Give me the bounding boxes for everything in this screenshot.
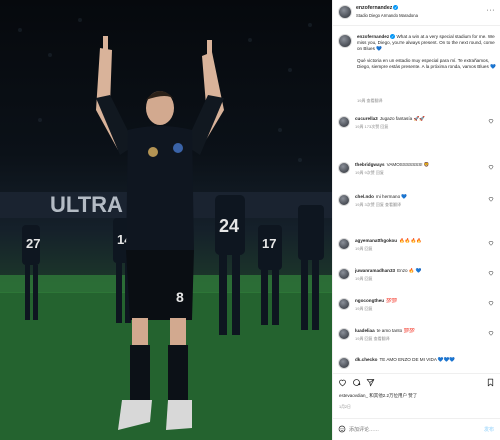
author-avatar[interactable] [338, 5, 352, 19]
comment-text: TE AMO ENZO DE MI VIDA 💙💙💙 [379, 357, 456, 362]
bg-number-1: 27 [26, 236, 40, 251]
commenter-avatar[interactable] [338, 298, 350, 310]
carousel-dots [147, 432, 165, 440]
comment-text: VAMOSSSSSSS! 🦁 [386, 162, 430, 167]
emoji-icon[interactable] [338, 425, 346, 433]
commenter-avatar[interactable] [338, 194, 350, 206]
like-comment-heart-icon[interactable] [488, 270, 494, 276]
comment-meta: 19周 回复 [355, 276, 373, 281]
comment-meta: 19周 回复 [355, 246, 373, 251]
comment-item: cucurella3 Jugazo fantasía 🚀🚀 19周 173次赞 回… [333, 114, 500, 144]
bookmark-icon[interactable] [486, 378, 495, 387]
commenter-username[interactable]: agyemanatthgokou [355, 238, 397, 243]
like-comment-heart-icon[interactable] [488, 300, 494, 306]
commenter-avatar[interactable] [338, 357, 350, 369]
comment-meta: 19周 3次赞 回复 查看翻译 [355, 202, 402, 207]
comment-text: Enzo 🔥 💙 [397, 268, 422, 273]
comment-item: agyemanatthgokou 🔥🔥🔥🔥 19周 回复 [333, 236, 500, 266]
caption-meta: 19周 查看翻译 [357, 98, 383, 103]
comment-item: juwanramadhan33 Enzo 🔥 💙 19周 回复 [333, 266, 500, 296]
comment-text: mi hermano 💙 [375, 194, 408, 199]
commenter-avatar[interactable] [338, 328, 350, 340]
like-comment-heart-icon[interactable] [488, 330, 494, 336]
comment-item: chel.ndo mi hermano 💙 19周 3次赞 回复 查看翻译 [333, 192, 500, 222]
comment-input[interactable] [349, 425, 459, 434]
comment-item: luadeliaa te amo tanto 💯💯 19周 回复 查看翻译 [333, 326, 500, 356]
likes-summary[interactable]: estevaovdian_ 和其他2.2万位用户 赞了 [339, 393, 417, 399]
comment-item: ngocongtheu 💯💯 19周 回复 [333, 296, 500, 326]
commenter-username[interactable]: luadeliaa [355, 328, 375, 333]
more-horizontal-icon[interactable]: ··· [487, 7, 496, 14]
like-comment-heart-icon[interactable] [488, 164, 494, 170]
comment-meta: 19周 回复 [355, 306, 373, 311]
post-comment-button[interactable]: 发布 [484, 426, 494, 433]
commenter-username[interactable]: cucurella3 [355, 116, 378, 121]
commenter-username[interactable]: dk.checko [355, 357, 377, 362]
comment-text: Jugazo fantasía 🚀🚀 [379, 116, 425, 121]
commenter-username[interactable]: chel.ndo [355, 194, 374, 199]
comment-text: 💯💯 [386, 298, 398, 303]
post-caption: enzofernandez ✓ What a win at a very spec… [357, 34, 497, 70]
post-header: enzofernandez ✓ Stadio Diego Armando Mara… [333, 0, 500, 26]
commenter-avatar[interactable] [338, 268, 350, 280]
commenter-avatar[interactable] [338, 238, 350, 250]
verified-icon: ✓ [390, 34, 396, 40]
like-comment-heart-icon[interactable] [488, 240, 494, 246]
comment-meta: 19周 9次赞 回复 [355, 170, 384, 175]
commenter-avatar[interactable] [338, 162, 350, 174]
heart-icon[interactable] [338, 378, 347, 387]
post-location[interactable]: Stadio Diego Armando Maradona [356, 13, 418, 18]
commenter-username[interactable]: ngocongtheu [355, 298, 384, 303]
bg-number-2: 24 [219, 216, 239, 236]
post-sidebar: enzofernandez ✓ Stadio Diego Armando Mara… [332, 0, 500, 440]
commenter-username[interactable]: juwanramadhan33 [355, 268, 395, 273]
comment-item: dk.checko TE AMO ENZO DE MI VIDA 💙💙💙 [333, 355, 500, 371]
caption-avatar[interactable] [338, 34, 352, 48]
comment-text: 🔥🔥🔥🔥 [399, 238, 423, 243]
bg-number-3: 17 [262, 236, 276, 251]
like-comment-heart-icon[interactable] [488, 118, 494, 124]
commenter-username[interactable]: thebridgways [355, 162, 385, 167]
football-celebration-image: ULTRA 27 24 17 14 8 [0, 18, 332, 440]
action-bar [333, 373, 500, 391]
share-icon[interactable] [366, 378, 375, 387]
like-comment-heart-icon[interactable] [488, 196, 494, 202]
add-comment-bar: 发布 [333, 418, 500, 440]
player-number: 8 [176, 289, 184, 305]
caption-text-es: Qué victoria en un estadio muy especial … [357, 57, 496, 69]
caption-username[interactable]: enzofernandez [357, 34, 389, 39]
author-username[interactable]: enzofernandez ✓ [356, 5, 399, 11]
comment-text: te amo tanto 💯💯 [376, 328, 415, 333]
post-photo: ULTRA 27 24 17 14 8 [0, 0, 332, 440]
banner-text: ULTRA [50, 192, 123, 217]
comment-meta: 19周 173次赞 回复 [355, 124, 389, 129]
comment-icon[interactable] [352, 378, 361, 387]
commenter-avatar[interactable] [338, 116, 350, 128]
comment-item: thebridgways VAMOSSSSSSS! 🦁 19周 9次赞 回复 [333, 160, 500, 190]
comment-meta: 19周 回复 查看翻译 [355, 336, 390, 341]
verified-icon: ✓ [393, 5, 399, 11]
post-date: 1月2日 [339, 405, 351, 409]
